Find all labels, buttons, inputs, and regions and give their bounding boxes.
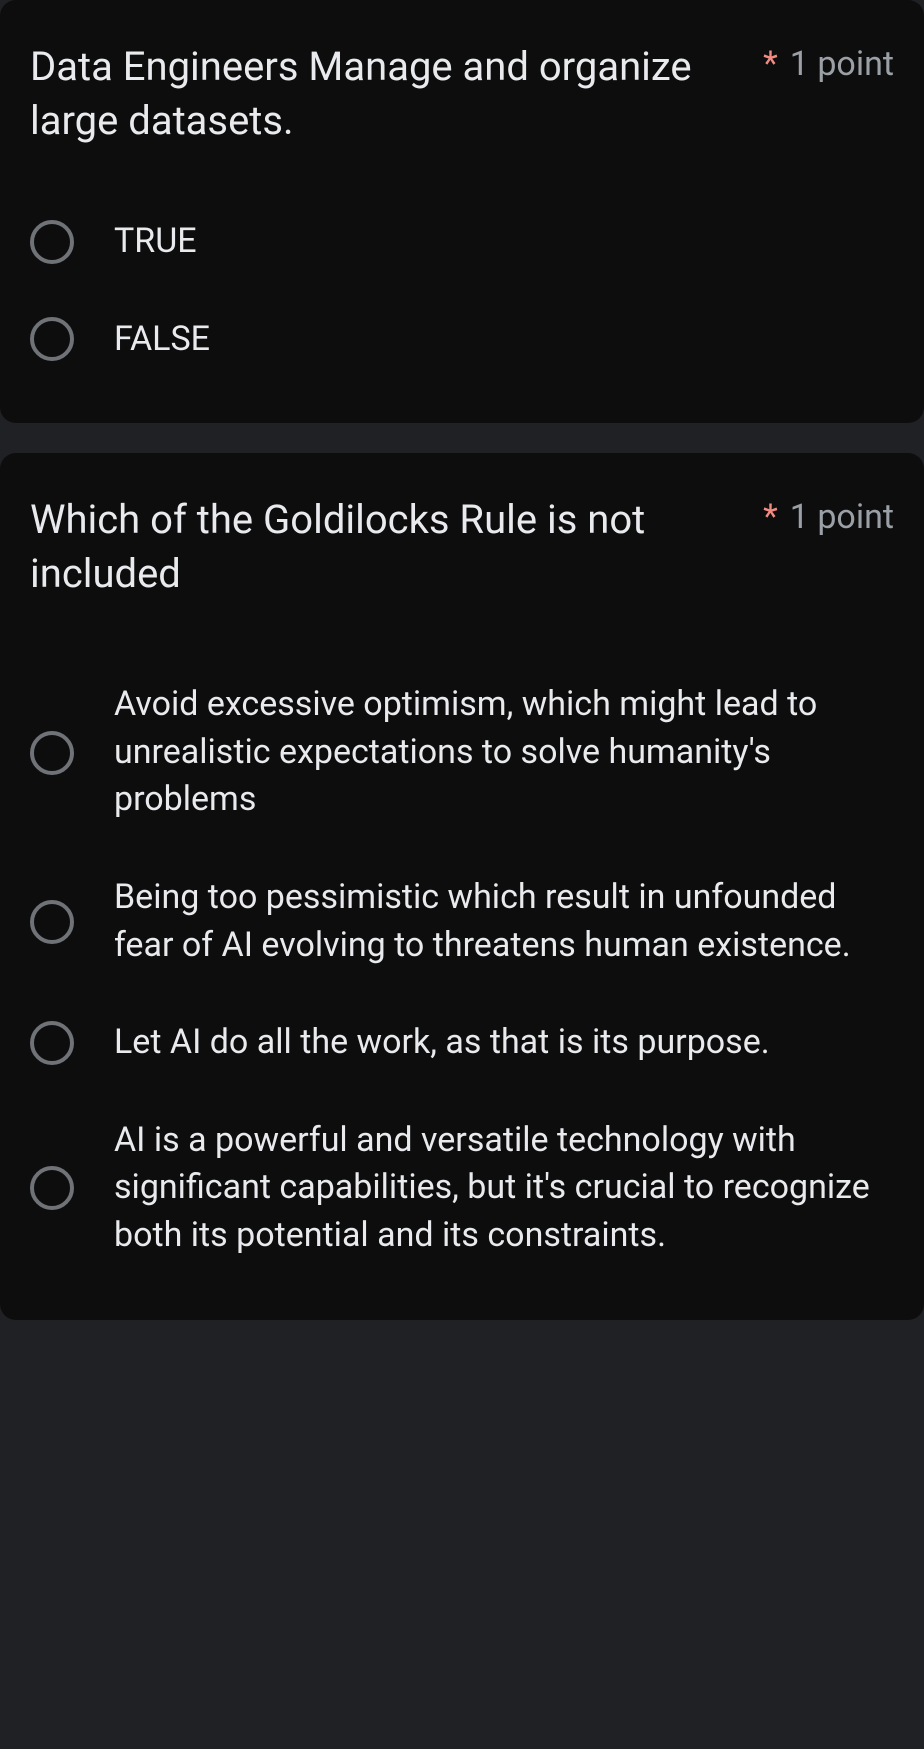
option-false[interactable]: FALSE bbox=[30, 316, 894, 364]
radio-icon[interactable] bbox=[30, 1021, 74, 1065]
form-page: Data Engineers Manage and organize large… bbox=[0, 0, 924, 1320]
points-label: 1 point bbox=[790, 44, 894, 84]
option-label: Let AI do all the work, as that is its p… bbox=[114, 1019, 770, 1067]
option-label: Avoid excessive optimism, which might le… bbox=[114, 681, 894, 824]
options-list: Avoid excessive optimism, which might le… bbox=[30, 681, 894, 1259]
option-4[interactable]: AI is a powerful and versatile technolog… bbox=[30, 1117, 894, 1260]
points-block: * 1 point bbox=[763, 44, 894, 84]
question-card-2: Which of the Goldilocks Rule is not incl… bbox=[0, 453, 924, 1319]
points-label: 1 point bbox=[790, 497, 894, 537]
option-3[interactable]: Let AI do all the work, as that is its p… bbox=[30, 1019, 894, 1067]
option-label: TRUE bbox=[114, 218, 197, 266]
radio-icon[interactable] bbox=[30, 1166, 74, 1210]
required-asterisk-icon: * bbox=[763, 47, 778, 81]
option-true[interactable]: TRUE bbox=[30, 218, 894, 266]
radio-icon[interactable] bbox=[30, 317, 74, 361]
question-text: Data Engineers Manage and organize large… bbox=[30, 40, 743, 148]
option-label: AI is a powerful and versatile technolog… bbox=[114, 1117, 894, 1260]
options-list: TRUE FALSE bbox=[30, 218, 894, 363]
radio-icon[interactable] bbox=[30, 220, 74, 264]
option-2[interactable]: Being too pessimistic which result in un… bbox=[30, 874, 894, 969]
radio-icon[interactable] bbox=[30, 731, 74, 775]
radio-icon[interactable] bbox=[30, 900, 74, 944]
required-asterisk-icon: * bbox=[763, 500, 778, 534]
option-label: FALSE bbox=[114, 316, 210, 364]
question-text: Which of the Goldilocks Rule is not incl… bbox=[30, 493, 743, 601]
option-label: Being too pessimistic which result in un… bbox=[114, 874, 894, 969]
question-header-2: Which of the Goldilocks Rule is not incl… bbox=[30, 493, 894, 601]
option-1[interactable]: Avoid excessive optimism, which might le… bbox=[30, 681, 894, 824]
question-card-1: Data Engineers Manage and organize large… bbox=[0, 0, 924, 423]
points-block: * 1 point bbox=[763, 497, 894, 537]
question-header-1: Data Engineers Manage and organize large… bbox=[30, 40, 894, 148]
